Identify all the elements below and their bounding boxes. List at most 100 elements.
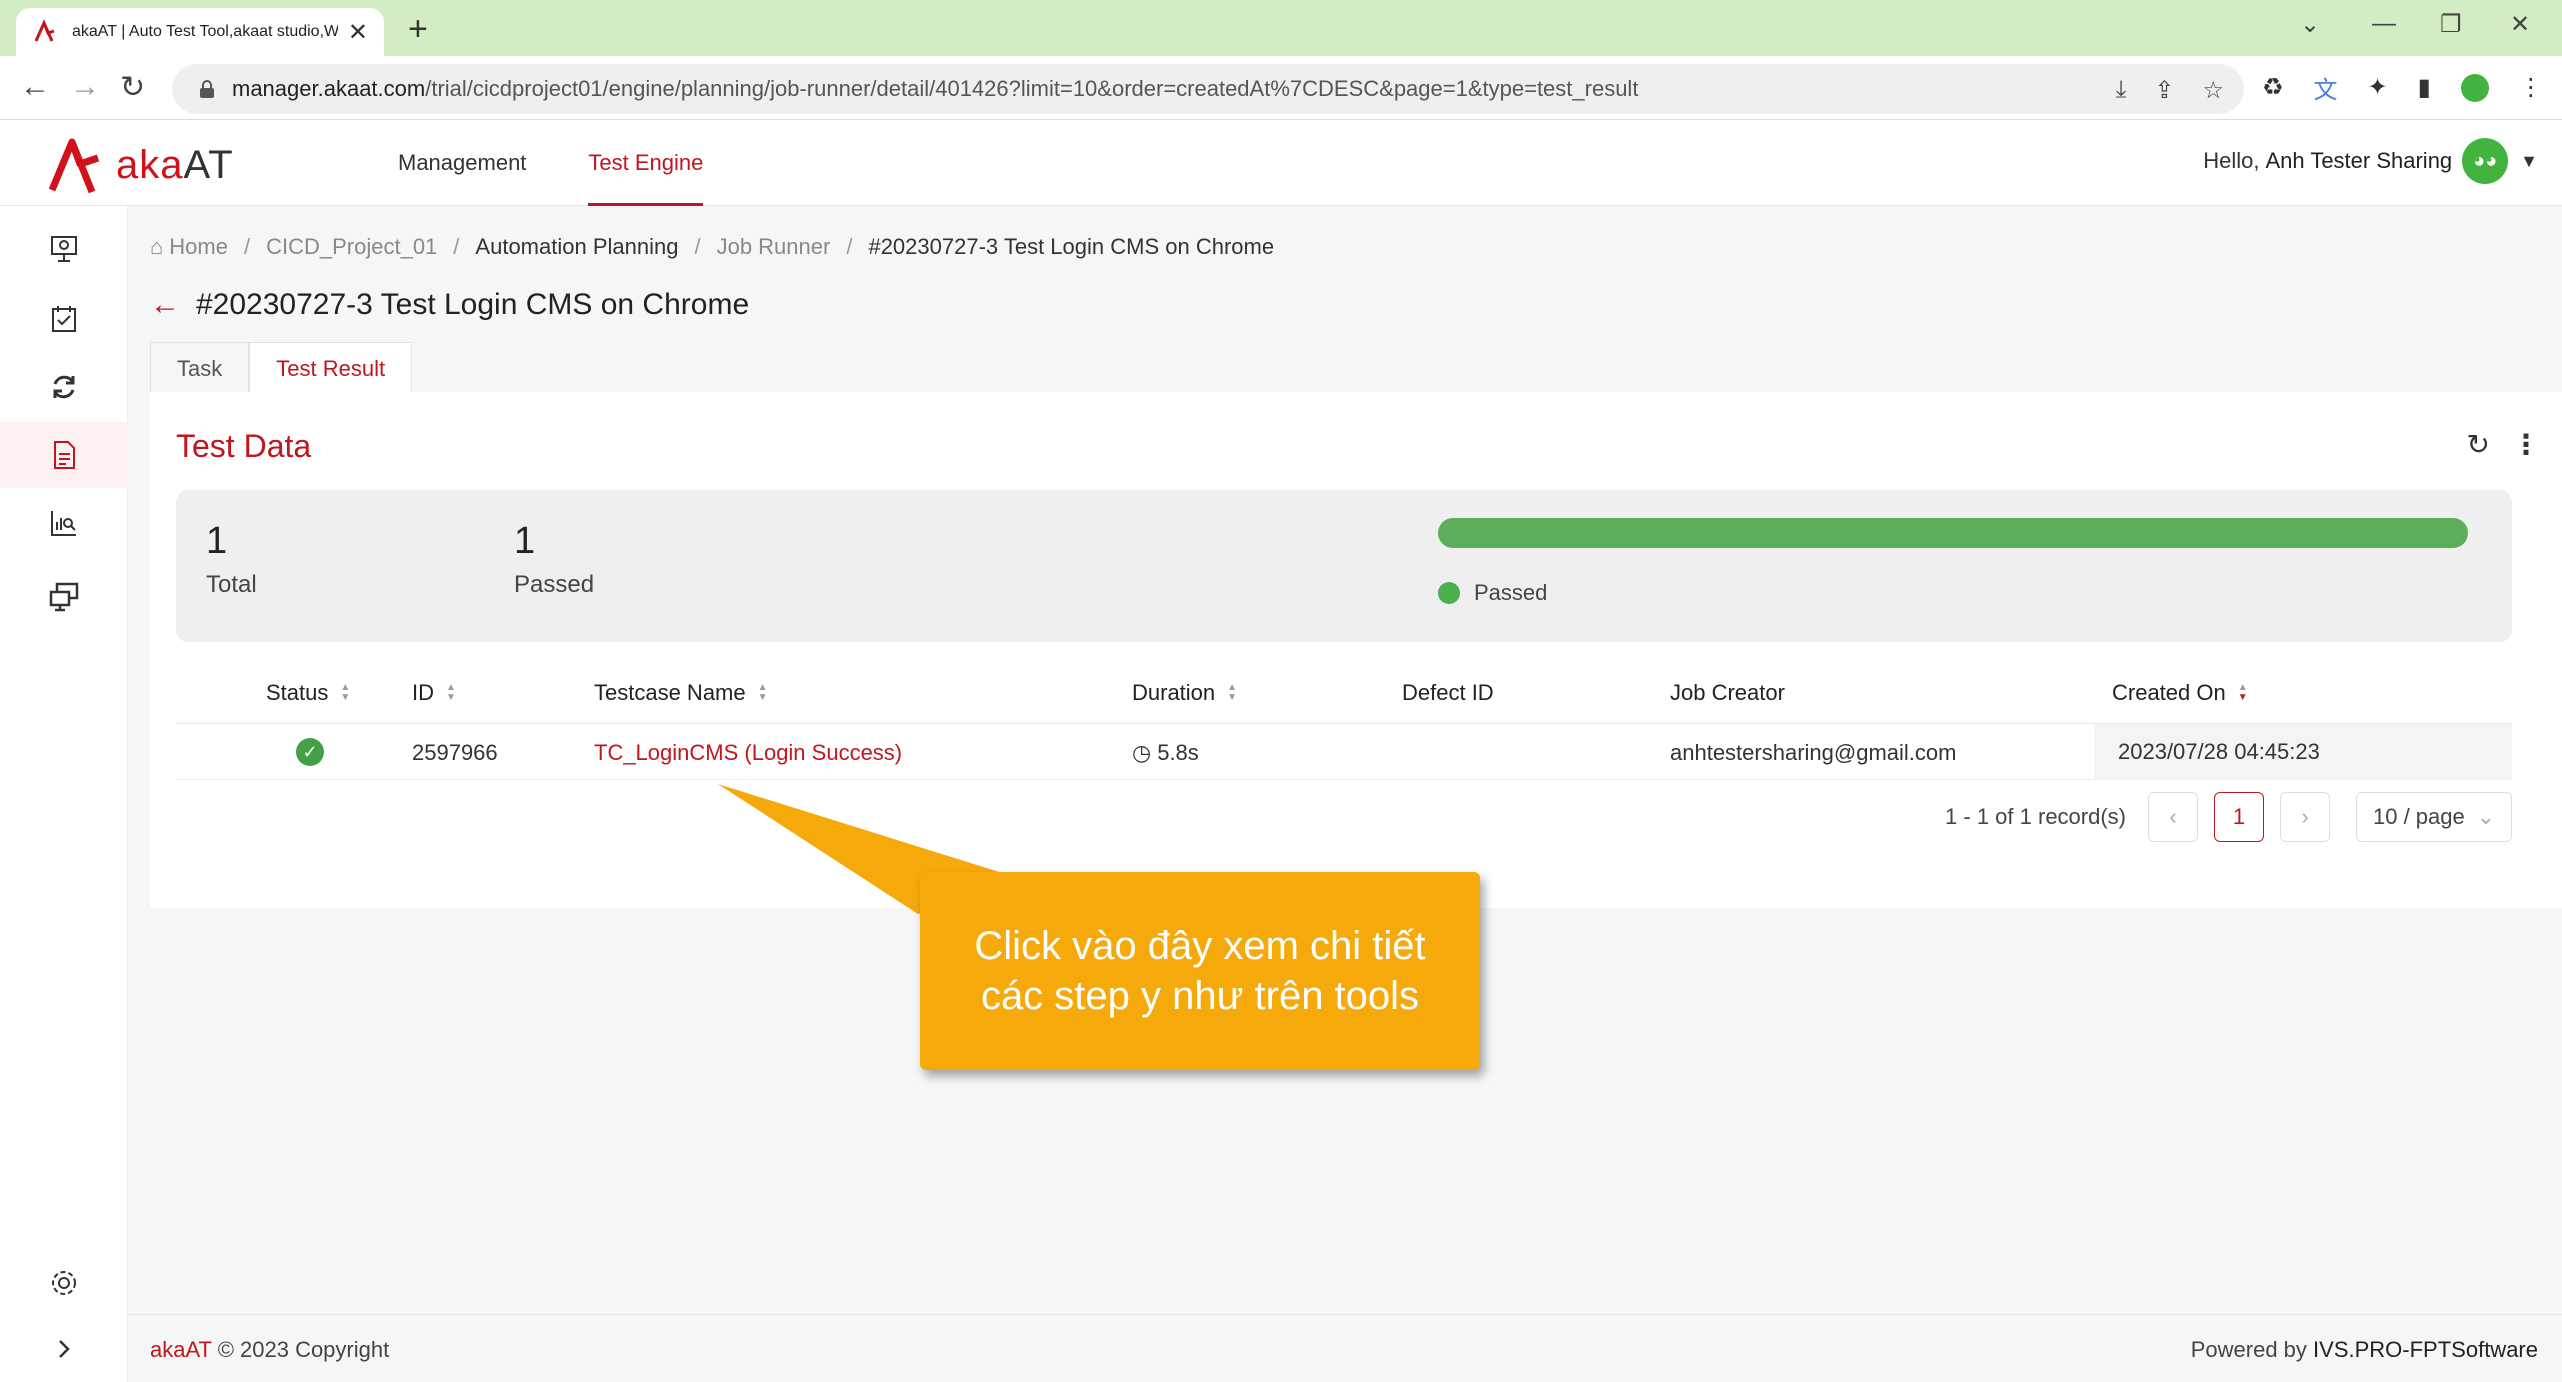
th-creator: Job Creator: [1670, 680, 1785, 706]
footer-brand[interactable]: akaAT: [150, 1337, 212, 1362]
sidebar-item-reports[interactable]: [0, 490, 128, 556]
footer: akaAT © 2023 Copyright Powered by IVS.PR…: [128, 1314, 2562, 1382]
clock-icon: ◷: [1132, 740, 1152, 765]
sidebar-item-cycle[interactable]: [0, 354, 128, 420]
next-page-button[interactable]: ›: [2280, 792, 2330, 842]
extension-recycle-icon[interactable]: ♻: [2262, 73, 2284, 102]
site-info-icon[interactable]: [196, 78, 218, 100]
passed-value: 1: [514, 520, 536, 562]
passed-label: Passed: [514, 571, 595, 598]
legend-passed-label: Passed: [1474, 580, 1548, 605]
sidebar-item-settings[interactable]: [0, 1250, 128, 1316]
sort-icon[interactable]: ▲ ▼: [1227, 683, 1237, 703]
test-data-card: Test Data ↻ ⋮ 1 Total 1 Passed Passed St…: [150, 392, 2562, 908]
close-tab-icon[interactable]: ✕: [348, 18, 368, 47]
reload-icon[interactable]: ↻: [120, 70, 145, 105]
side-panel-icon[interactable]: ▮: [2418, 73, 2431, 102]
home-icon[interactable]: ⌂: [150, 234, 163, 260]
akaat-logo[interactable]: akaAT: [46, 134, 234, 196]
th-duration[interactable]: Duration ▲ ▼: [1132, 680, 1237, 706]
passed-dot-icon: [1438, 582, 1460, 604]
breadcrumb-sep: /: [243, 234, 251, 259]
creator-cell: anhtestersharing@gmail.com: [1670, 740, 1957, 765]
sidebar-item-dashboard[interactable]: [0, 216, 128, 282]
th-created-label: Created On: [2112, 680, 2226, 705]
install-app-icon[interactable]: ⤓: [2116, 76, 2127, 105]
results-table: Status ▲ ▼ ID ▲ ▼ Testcase Name ▲ ▼ Duration ▲ ▼…: [176, 664, 2512, 780]
close-window-icon[interactable]: ✕: [2510, 10, 2530, 39]
stat-passed: 1 Passed: [514, 520, 594, 599]
total-value: 1: [206, 520, 228, 562]
nav-test-engine[interactable]: Test Engine: [588, 120, 704, 206]
refresh-icon[interactable]: ↻: [2467, 428, 2490, 461]
footer-powered: Powered by: [2190, 1337, 2307, 1362]
tab-search-chevron-icon[interactable]: ⌄: [2300, 10, 2320, 39]
tab-task[interactable]: Task: [150, 342, 250, 394]
user-name: Anh Tester Sharing: [2265, 148, 2453, 173]
th-created[interactable]: Created On ▲ ▼: [2112, 680, 2248, 706]
browser-tab[interactable]: akaAT | Auto Test Tool,akaat studio,Web …: [16, 8, 384, 56]
footer-copyright: © 2023 Copyright: [217, 1337, 390, 1362]
sort-icon[interactable]: ▲ ▼: [340, 683, 350, 703]
sidebar-item-test-results[interactable]: [0, 422, 128, 488]
more-options-icon[interactable]: ⋮: [2512, 428, 2540, 461]
page-title: ← #20230727-3 Test Login CMS on Chrome: [150, 288, 749, 322]
restore-icon[interactable]: ❐: [2440, 10, 2462, 39]
document-icon: [54, 441, 75, 469]
url-input[interactable]: manager.akaat.com/trial/cicdproject01/en…: [172, 64, 2244, 114]
th-defect-label: Defect ID: [1402, 680, 1494, 705]
new-tab-button[interactable]: +: [408, 10, 428, 49]
sidebar-item-agents[interactable]: [0, 564, 128, 630]
extensions-puzzle-icon[interactable]: ✦: [2368, 73, 2388, 102]
page-size-select[interactable]: 10 / page ⌄: [2356, 792, 2512, 842]
table-row[interactable]: ✓ 2597966 TC_LoginCMS (Login Success) ◷ 5…: [176, 724, 2512, 780]
logo-text-aka: aka: [116, 142, 184, 187]
sort-desc-icon[interactable]: ▲ ▼: [2238, 683, 2248, 703]
prev-page-button[interactable]: ‹: [2148, 792, 2198, 842]
th-status[interactable]: Status ▲ ▼: [266, 680, 350, 706]
sidebar: [0, 206, 128, 1382]
calendar-check-icon: [52, 306, 76, 332]
url-path: /trial/cicdproject01/engine/planning/job…: [425, 76, 1639, 101]
duration-value: 5.8s: [1157, 740, 1199, 765]
th-testcase-label: Testcase Name: [594, 680, 746, 705]
breadcrumb-home[interactable]: Home: [169, 234, 228, 260]
user-avatar[interactable]: ◕◕: [2462, 138, 2509, 184]
bookmark-star-icon[interactable]: ☆: [2202, 76, 2224, 105]
back-arrow-icon[interactable]: ←: [150, 288, 180, 322]
url-host: manager.akaat.com: [232, 76, 426, 101]
sidebar-expand[interactable]: [0, 1316, 128, 1382]
sort-icon[interactable]: ▲ ▼: [446, 683, 456, 703]
sidebar-item-tasks[interactable]: [0, 286, 128, 352]
user-menu[interactable]: Hello, Anh Tester Sharing ◕◕ ▼: [2203, 138, 2538, 184]
breadcrumb-project[interactable]: CICD_Project_01: [266, 234, 437, 260]
th-testcase[interactable]: Testcase Name ▲ ▼: [594, 680, 768, 706]
legend-passed: Passed: [1438, 580, 1547, 606]
card-title: Test Data: [176, 428, 312, 464]
th-id[interactable]: ID ▲ ▼: [412, 680, 456, 706]
forward-arrow-icon[interactable]: →: [70, 70, 100, 104]
share-icon[interactable]: ⇪: [2154, 76, 2174, 105]
browser-menu-icon[interactable]: ⋮: [2519, 73, 2543, 102]
tab-test-result[interactable]: Test Result: [249, 342, 413, 394]
page-1-button[interactable]: 1: [2214, 792, 2264, 842]
app-header: akaAT Management Test Engine Hello, Anh …: [0, 120, 2562, 206]
minimize-icon[interactable]: —: [2372, 10, 2396, 38]
breadcrumb-runner[interactable]: Job Runner: [717, 234, 831, 260]
th-creator-label: Job Creator: [1670, 680, 1785, 705]
testcase-link[interactable]: TC_LoginCMS (Login Success): [594, 740, 902, 766]
profile-avatar-icon[interactable]: [2460, 73, 2489, 102]
sync-cycle-icon: [53, 375, 75, 399]
created-cell: 2023/07/28 04:45:23: [2094, 724, 2512, 780]
breadcrumb-planning[interactable]: Automation Planning: [475, 234, 678, 260]
gear-icon: [52, 1271, 76, 1295]
pass-progress-bar: [1438, 518, 2468, 548]
total-label: Total: [206, 571, 257, 598]
sort-icon[interactable]: ▲ ▼: [758, 683, 768, 703]
table-header: Status ▲ ▼ ID ▲ ▼ Testcase Name ▲ ▼ Duration ▲ ▼…: [176, 664, 2512, 724]
caret-down-icon[interactable]: ▼: [2520, 151, 2538, 172]
translate-icon[interactable]: 文: [2314, 70, 2338, 105]
footer-company: IVS.PRO-FPTSoftware: [2313, 1337, 2538, 1362]
nav-management[interactable]: Management: [398, 120, 526, 206]
back-arrow-icon[interactable]: ←: [20, 70, 50, 104]
